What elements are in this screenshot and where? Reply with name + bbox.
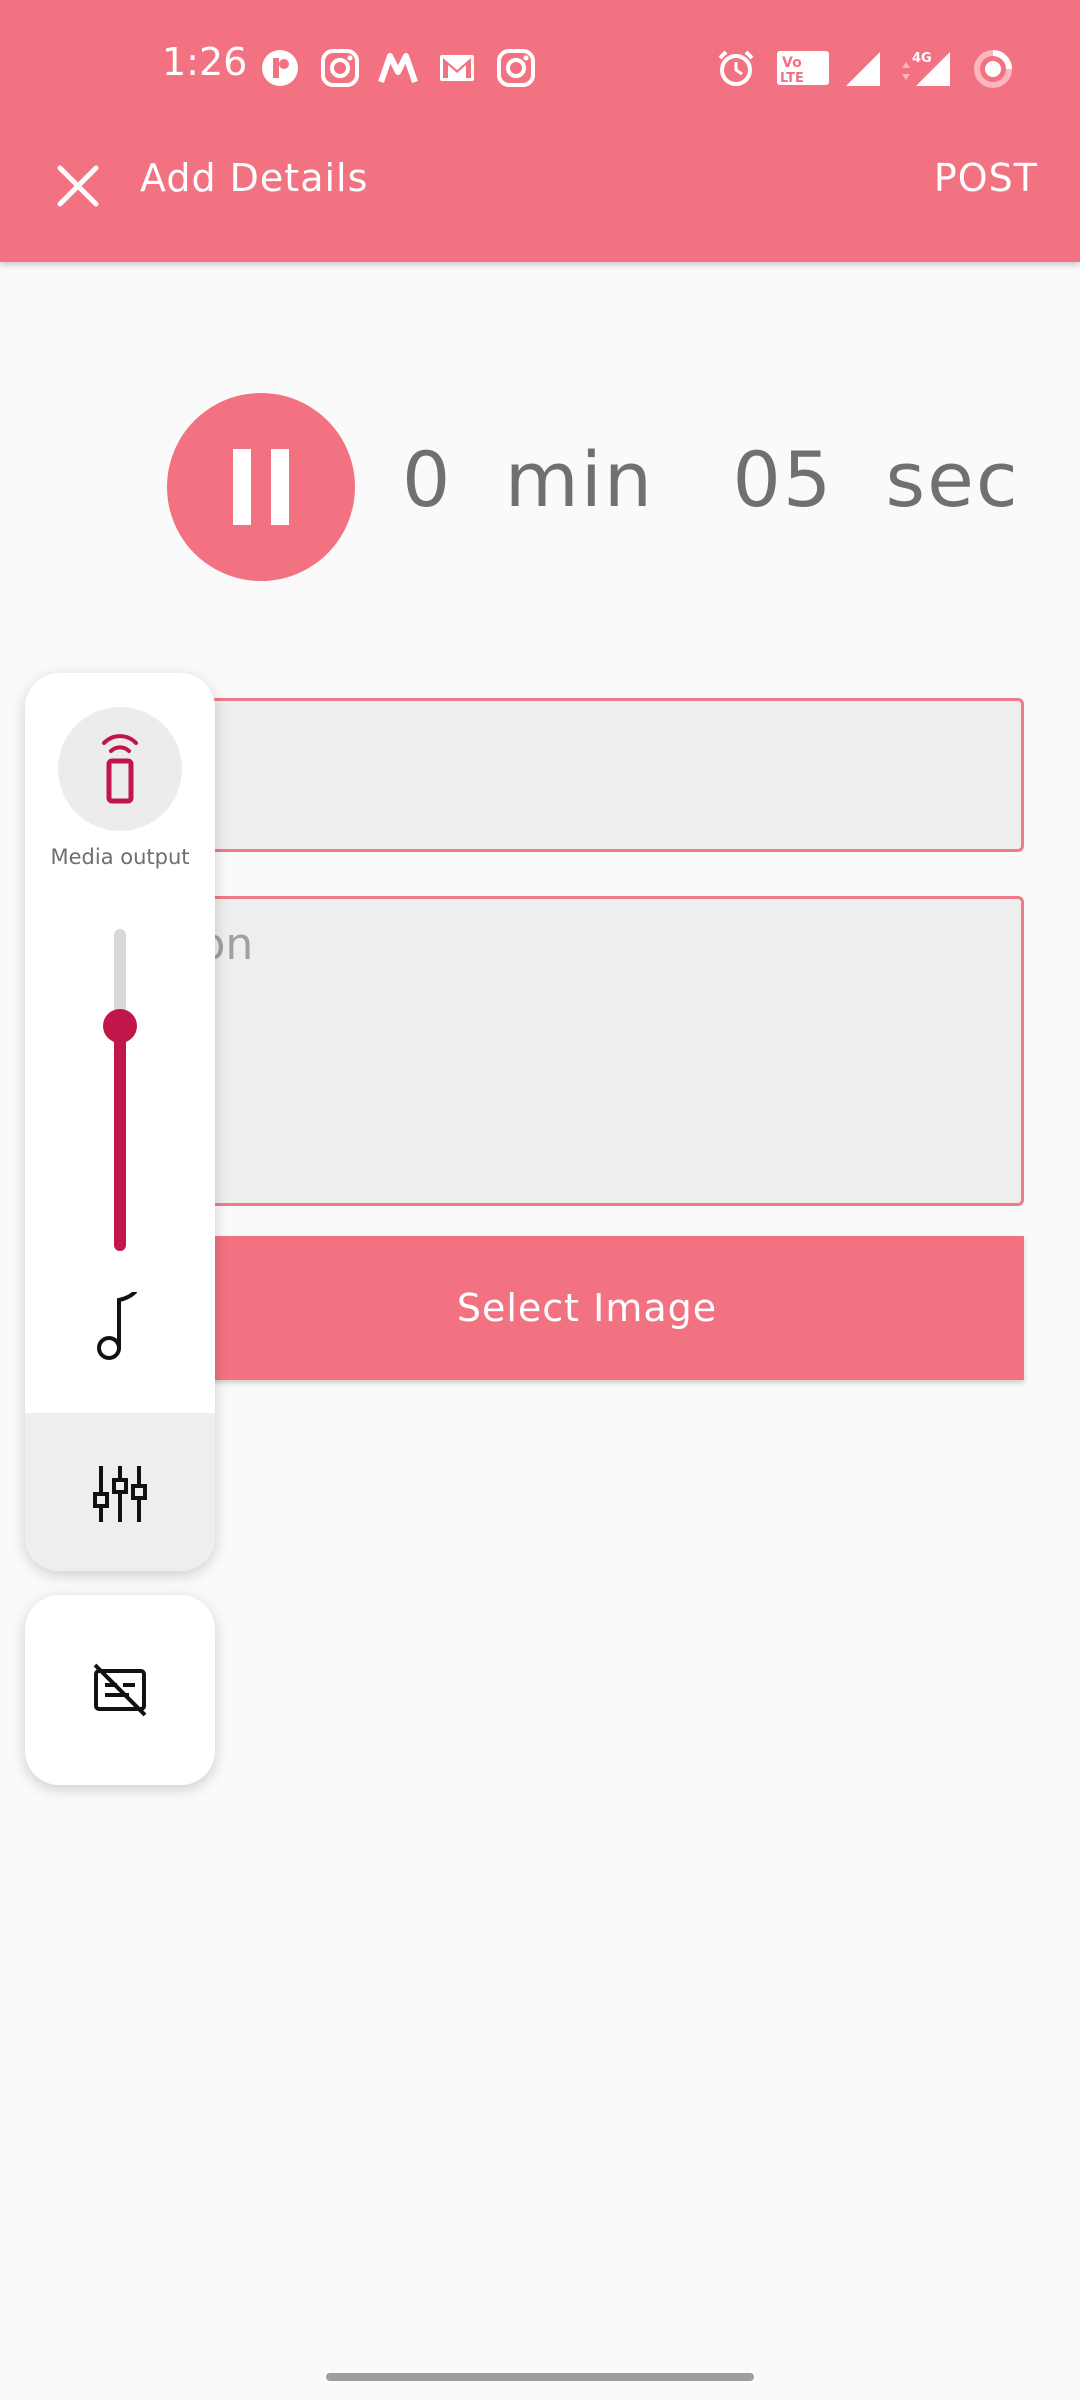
signal-4g-icon: 4G [902, 51, 950, 86]
instagram-icon [497, 49, 535, 87]
myntra-icon [378, 53, 418, 83]
volume-panel: Media output [25, 673, 215, 1571]
pause-icon [233, 449, 251, 525]
volume-slider-fill [114, 1025, 126, 1251]
captions-button[interactable] [25, 1595, 215, 1785]
status-time: 1:26 [162, 40, 248, 84]
home-indicator[interactable] [326, 2373, 754, 2381]
pause-button[interactable] [167, 393, 355, 581]
select-image-button[interactable]: Select Image [150, 1236, 1024, 1380]
remote-device-icon [102, 734, 138, 804]
volte-icon: Vo LTE [777, 51, 829, 86]
post-button[interactable]: POST [934, 156, 1038, 200]
alarm-icon [718, 50, 754, 86]
close-icon[interactable] [52, 160, 104, 212]
network-type-label: 4G [912, 51, 932, 66]
page-title: Add Details [140, 156, 369, 200]
pause-icon-bar [271, 449, 289, 525]
music-note-icon [97, 1292, 137, 1360]
title-input[interactable] [150, 698, 1024, 852]
gmail-icon [440, 55, 474, 81]
equalizer-icon [93, 1466, 147, 1522]
description-input[interactable]: tion [150, 896, 1024, 1206]
lte-label: LTE [780, 71, 804, 86]
instagram-icon [321, 49, 359, 87]
timer-min-label: min [504, 435, 655, 524]
app-icon [262, 50, 298, 86]
app-bar: 1:26 Vo LTE 4G Add Details POST [0, 0, 1080, 262]
captions-off-icon [93, 1663, 147, 1717]
timer-sec-label: sec [885, 435, 1020, 524]
timer-minutes: 0 [402, 435, 453, 524]
media-output-button[interactable] [58, 707, 182, 831]
signal-icon [846, 52, 880, 86]
volume-slider-thumb[interactable] [103, 1008, 137, 1043]
recording-timer: 0 min 05 sec [402, 435, 1020, 524]
battery-icon [974, 50, 1012, 88]
media-output-label: Media output [50, 845, 190, 869]
timer-seconds: 05 [732, 435, 834, 524]
status-bar: 1:26 Vo LTE 4G [0, 0, 1080, 136]
volte-label: Vo [782, 55, 802, 71]
